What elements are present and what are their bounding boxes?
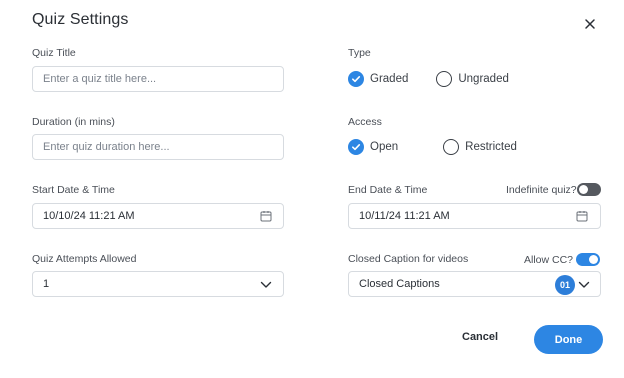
cancel-button[interactable]: Cancel [462, 331, 498, 343]
modal-title: Quiz Settings [32, 11, 129, 28]
toggle-knob [579, 185, 588, 194]
attempts-select[interactable]: 1 [32, 271, 284, 297]
end-date-value: 10/11/24 11:21 AM [359, 210, 450, 222]
radio-open-label: Open [370, 141, 399, 153]
type-label: Type [348, 47, 371, 59]
radio-open[interactable]: Open [348, 139, 398, 155]
end-date-field[interactable]: 10/11/24 11:21 AM [348, 203, 601, 229]
radio-ungraded-label: Ungraded [458, 73, 509, 85]
calendar-icon[interactable] [260, 210, 272, 222]
unchecked-radio-icon [436, 71, 453, 87]
type-radio-group: Graded Ungraded [348, 71, 509, 87]
end-date-label: End Date & Time [348, 184, 428, 196]
radio-restricted[interactable]: Restricted [443, 139, 517, 155]
attempts-value: 1 [43, 278, 50, 290]
quiz-title-input[interactable] [32, 66, 284, 92]
indefinite-quiz-label: Indefinite quiz? [506, 184, 577, 196]
start-date-field[interactable]: 10/10/24 11:21 AM [32, 203, 284, 229]
access-label: Access [348, 116, 382, 128]
quiz-settings-modal: Quiz Settings Quiz Title Type Graded Ung… [0, 0, 624, 378]
radio-restricted-label: Restricted [465, 141, 517, 153]
radio-graded[interactable]: Graded [348, 71, 408, 87]
checked-radio-icon [348, 71, 364, 87]
chevron-down-icon[interactable] [578, 281, 590, 289]
allow-cc-label: Allow CC? [524, 254, 574, 266]
calendar-icon[interactable] [576, 210, 588, 222]
close-icon[interactable] [582, 16, 598, 32]
radio-ungraded[interactable]: Ungraded [436, 71, 509, 87]
captions-value: Closed Captions [359, 278, 440, 290]
duration-input[interactable] [32, 134, 284, 160]
done-button[interactable]: Done [534, 325, 603, 354]
unchecked-radio-icon [443, 139, 460, 155]
closed-caption-label: Closed Caption for videos [348, 253, 469, 265]
checked-radio-icon [348, 139, 364, 155]
captions-count-badge: 01 [555, 275, 575, 295]
chevron-down-icon[interactable] [260, 281, 272, 289]
toggle-knob [589, 255, 598, 264]
attempts-label: Quiz Attempts Allowed [32, 253, 137, 265]
start-date-label: Start Date & Time [32, 184, 115, 196]
duration-label: Duration (in mins) [32, 116, 115, 128]
radio-graded-label: Graded [370, 73, 409, 85]
quiz-title-label: Quiz Title [32, 47, 76, 59]
indefinite-quiz-toggle[interactable] [577, 183, 601, 196]
allow-cc-toggle[interactable] [576, 253, 600, 266]
start-date-value: 10/10/24 11:21 AM [43, 210, 135, 222]
access-radio-group: Open Restricted [348, 139, 517, 155]
